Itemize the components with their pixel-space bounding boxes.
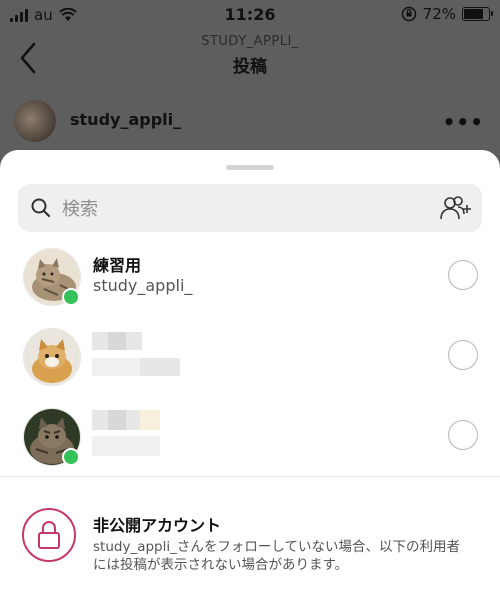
battery-icon bbox=[462, 7, 493, 21]
blurred-name-mark bbox=[140, 410, 160, 430]
post-avatar[interactable] bbox=[14, 100, 56, 142]
recipient-row[interactable]: 練習用 study_appli_ bbox=[0, 240, 500, 318]
private-account-notice: 非公開アカウント study_appli_さんをフォローしていない場合、以下の利… bbox=[0, 490, 500, 590]
nav-bar: STUDY_APPLI_ 投稿 bbox=[0, 30, 500, 90]
divider bbox=[0, 476, 500, 477]
private-title: 非公開アカウント bbox=[93, 516, 222, 535]
search-bar[interactable] bbox=[18, 184, 482, 234]
status-right: 72% bbox=[401, 5, 493, 23]
page-title: 投稿 bbox=[233, 57, 267, 77]
blurred-username bbox=[92, 436, 160, 456]
share-sheet: 練習用 study_appli_ bbox=[0, 150, 500, 616]
add-people-icon[interactable] bbox=[438, 194, 472, 222]
post-header: study_appli_ ••• bbox=[0, 96, 500, 146]
battery-fill bbox=[464, 9, 483, 19]
blurred-name-mark bbox=[108, 332, 126, 350]
online-status-dot bbox=[62, 288, 80, 306]
orientation-lock-icon bbox=[401, 6, 416, 22]
kitten-photo-icon bbox=[24, 329, 80, 385]
recipient-avatar bbox=[23, 328, 81, 386]
sheet-drag-handle[interactable] bbox=[226, 165, 274, 170]
status-bar: au 11:26 72% bbox=[0, 0, 500, 30]
search-input[interactable] bbox=[60, 184, 404, 234]
private-description: study_appli_さんをフォローしていない場合、以下の利用者には投稿が表示… bbox=[93, 539, 460, 573]
more-options-icon[interactable]: ••• bbox=[443, 110, 484, 134]
battery-percent: 72% bbox=[422, 5, 456, 23]
select-radio[interactable] bbox=[448, 260, 478, 290]
recipient-username: study_appli_ bbox=[93, 276, 193, 295]
recipient-row[interactable] bbox=[0, 320, 500, 398]
blurred-name-mark bbox=[108, 410, 126, 430]
search-icon bbox=[31, 198, 51, 218]
online-status-dot bbox=[62, 448, 80, 466]
lock-icon bbox=[22, 508, 76, 562]
post-username[interactable]: study_appli_ bbox=[70, 110, 181, 129]
select-radio[interactable] bbox=[448, 420, 478, 450]
select-radio[interactable] bbox=[448, 340, 478, 370]
nav-username: STUDY_APPLI_ bbox=[201, 34, 299, 49]
blurred-username-mark bbox=[140, 358, 180, 376]
recipient-row[interactable] bbox=[0, 400, 500, 478]
recipient-name: 練習用 bbox=[93, 256, 142, 275]
